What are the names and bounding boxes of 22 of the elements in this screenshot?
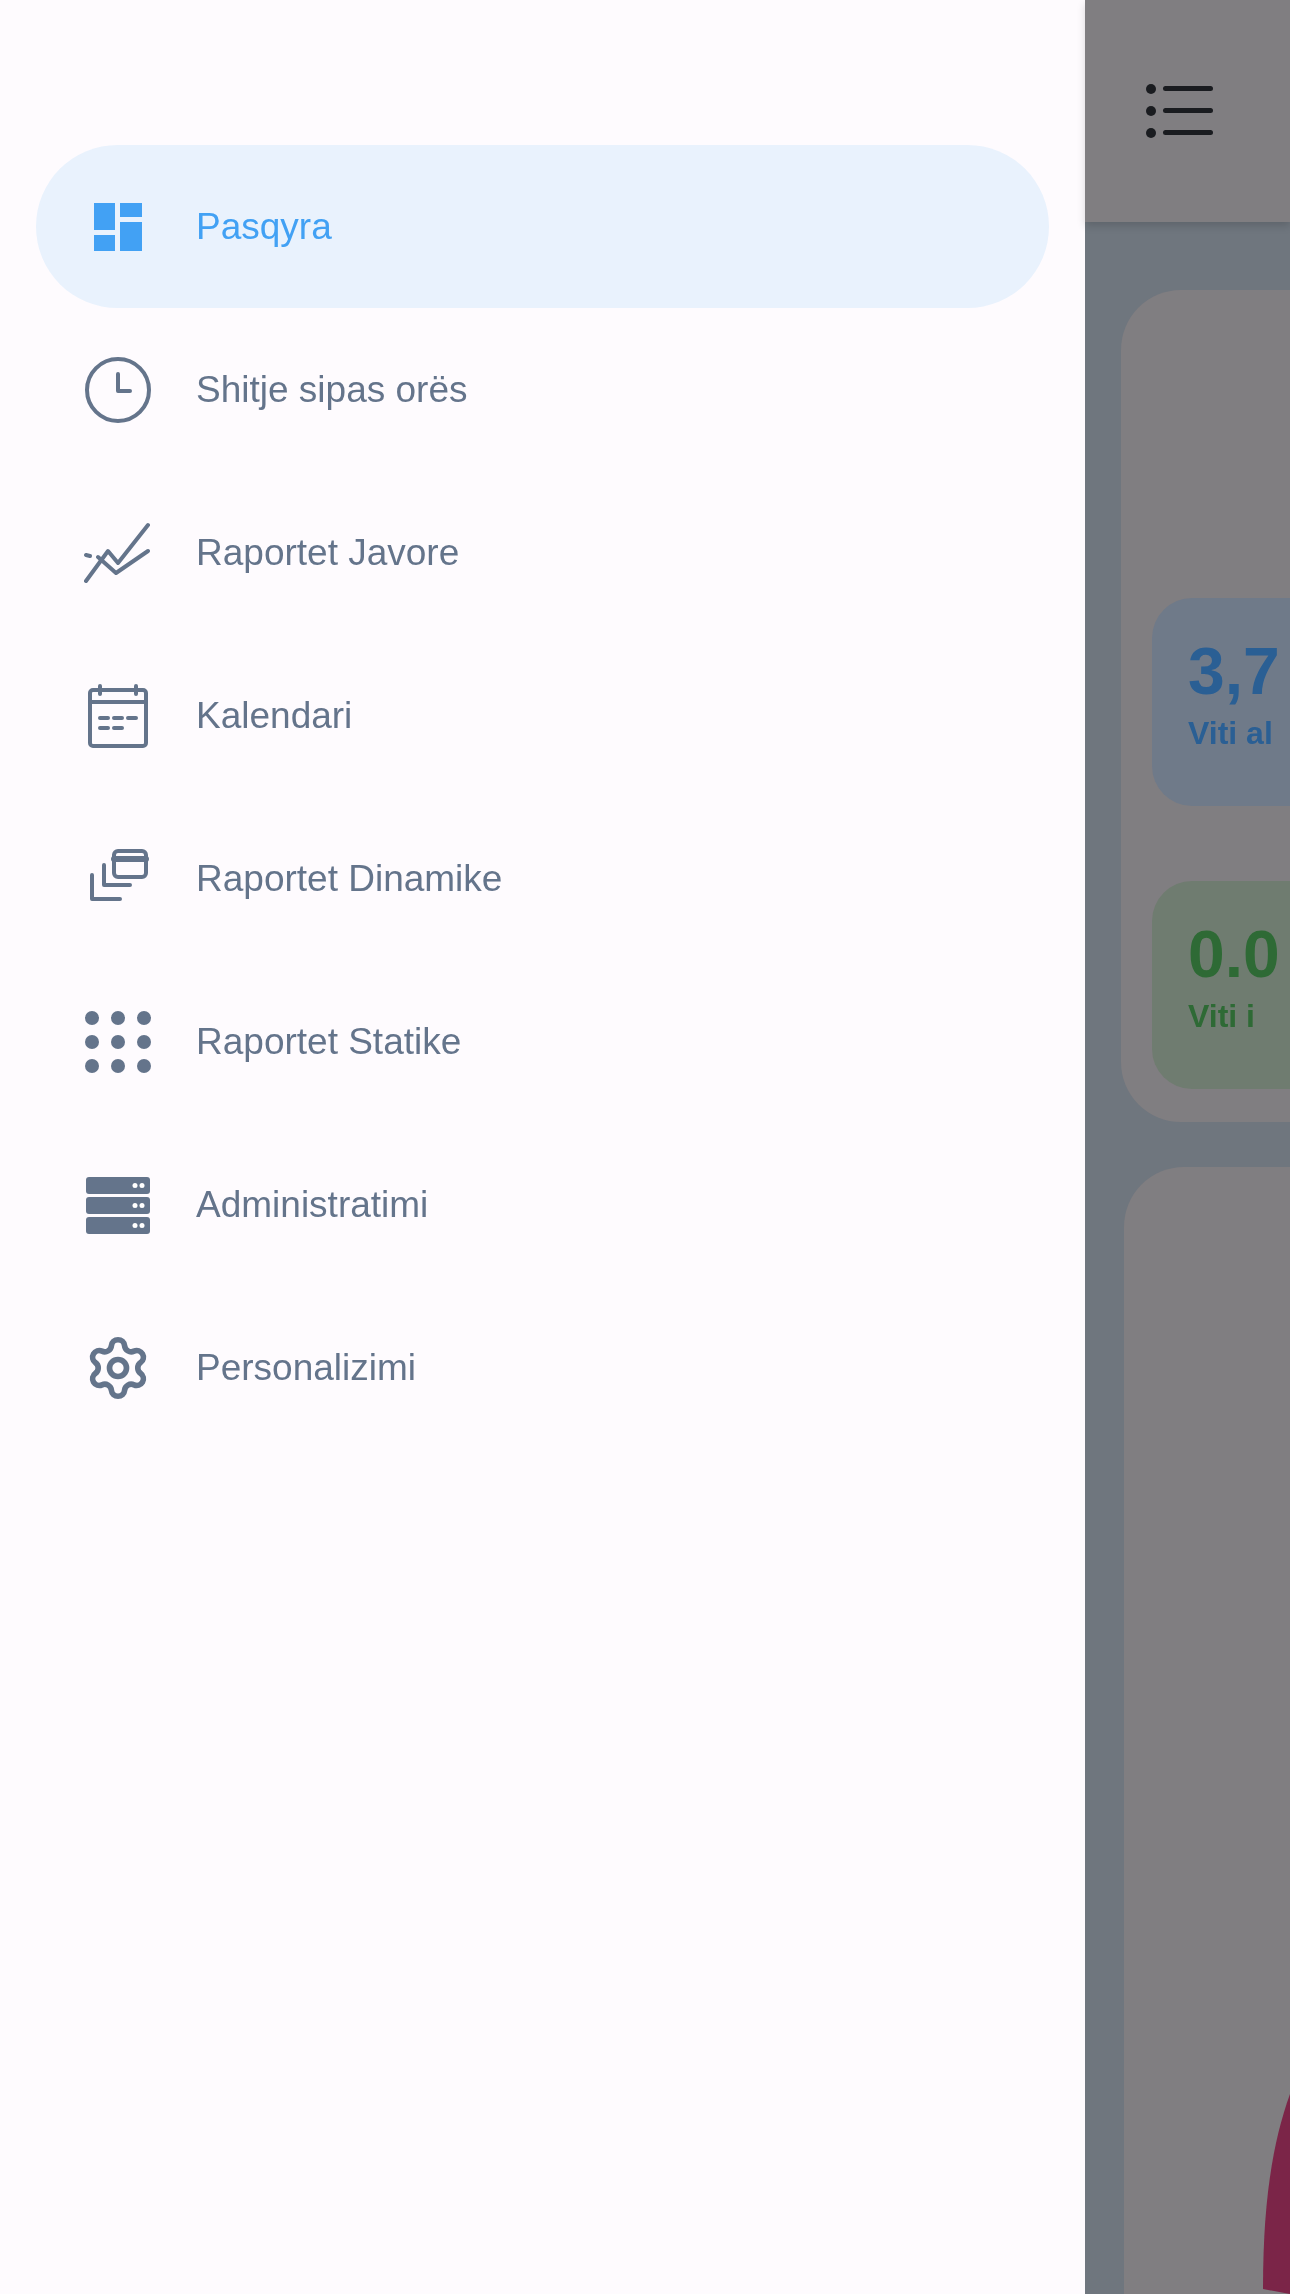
drawer-item-label: Administratimi (196, 1183, 429, 1226)
drawer-item[interactable]: Administratimi (36, 1123, 1049, 1286)
stat-label: Viti al (1188, 715, 1274, 752)
drawer-item-label: Kalendari (196, 694, 353, 737)
menu-icon[interactable] (1145, 83, 1213, 139)
clock-icon (84, 355, 152, 424)
drawer-item-label: Pasqyra (196, 205, 332, 248)
drawer-item-label: Shitje sipas orës (196, 368, 468, 411)
drawer-item[interactable]: Raportet Dinamike (36, 797, 1049, 960)
drawer-item-label: Raportet Javore (196, 531, 460, 574)
drawer-item[interactable]: Pasqyra (36, 145, 1049, 308)
drawer-item[interactable]: Kalendari (36, 634, 1049, 797)
stat-label: Viti i (1188, 998, 1256, 1035)
drawer-item-label: Raportet Dinamike (196, 857, 503, 900)
drawer-item[interactable]: Personalizimi (36, 1286, 1049, 1449)
stat-value: 3,7 (1188, 633, 1281, 709)
drawer-item[interactable]: Raportet Javore (36, 471, 1049, 634)
drawer-item[interactable]: Raportet Statike (36, 960, 1049, 1123)
drawer-item-label: Raportet Statike (196, 1020, 462, 1063)
drawer-item-label: Personalizimi (196, 1346, 416, 1389)
drawer-item[interactable]: Shitje sipas orës (36, 308, 1049, 471)
stat-value: 0.0 (1188, 916, 1281, 992)
